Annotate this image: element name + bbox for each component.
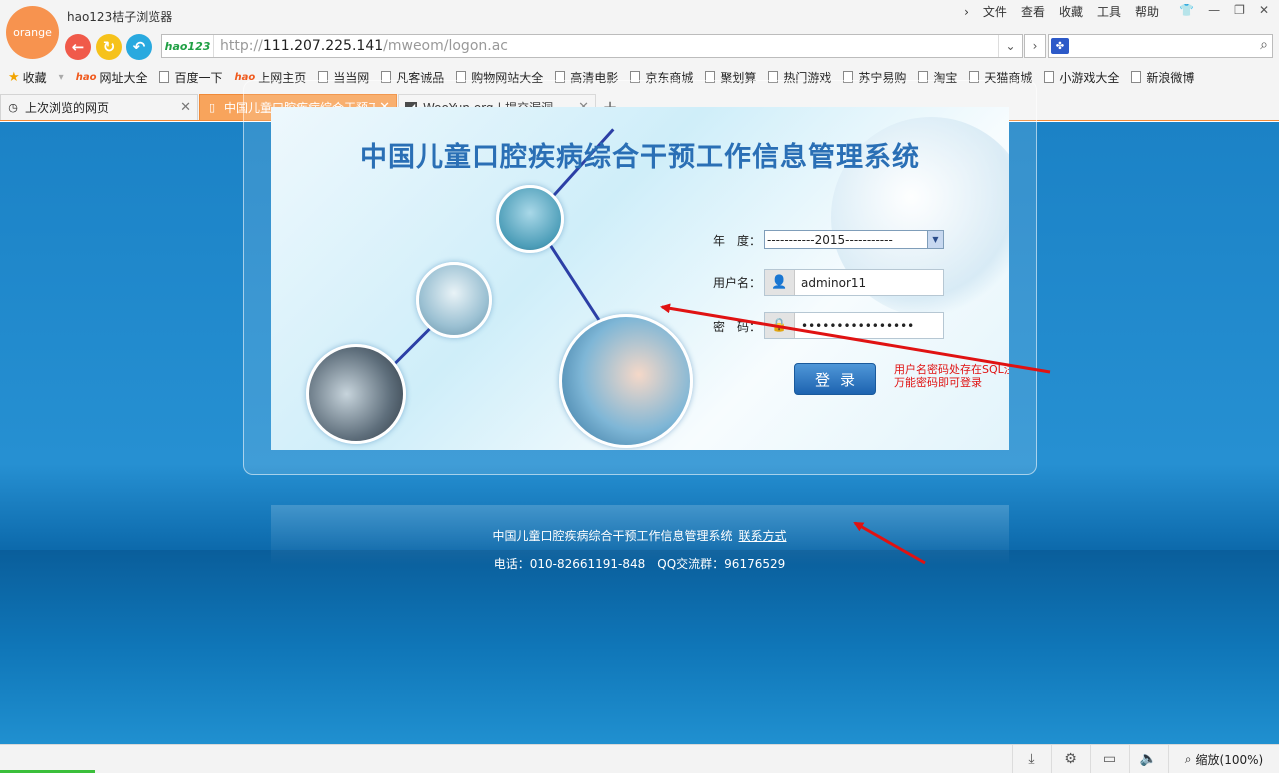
back-button[interactable]: ← bbox=[65, 34, 91, 60]
login-button[interactable]: 登录 bbox=[794, 363, 876, 395]
page-footer: 中国儿童口腔疾病综合干预工作信息管理系统 联系方式 电话：010-82661191… bbox=[0, 522, 1279, 578]
dental-exam-photo bbox=[416, 262, 492, 338]
username-label: 用户名： bbox=[713, 276, 762, 290]
page-icon: ▯ bbox=[208, 101, 216, 114]
contact-link[interactable]: 联系方式 bbox=[739, 529, 787, 543]
zoom-control[interactable]: ⌕ 缩放(100%) bbox=[1168, 745, 1279, 773]
year-value: -----------2015----------- bbox=[767, 232, 893, 247]
download-icon[interactable]: ⤓ bbox=[1012, 745, 1050, 773]
bookmark-item[interactable]: hao 网址大全 bbox=[76, 69, 148, 86]
star-icon: ★ bbox=[8, 69, 20, 85]
refresh-icon: ↻ bbox=[102, 38, 116, 56]
page-icon bbox=[1044, 71, 1055, 83]
footer-system-name: 中国儿童口腔疾病综合干预工作信息管理系统 bbox=[492, 529, 733, 543]
bookmark-item[interactable]: 小游戏大全 bbox=[1044, 69, 1119, 86]
window-controls: 👕 — ❐ ✕ bbox=[1179, 3, 1269, 17]
address-dropdown-button[interactable]: ⌄ bbox=[998, 35, 1022, 57]
bookmark-item[interactable]: 新浪微博 bbox=[1131, 69, 1194, 86]
hao123-badge[interactable]: hao123 bbox=[162, 35, 214, 57]
background-band bbox=[0, 550, 1279, 744]
volume-icon[interactable]: 🔈 bbox=[1129, 745, 1167, 773]
search-input[interactable]: ✤ ⌕ bbox=[1048, 34, 1273, 58]
lock-icon: 🔒 bbox=[765, 313, 795, 338]
undo-icon: ↶ bbox=[132, 38, 146, 56]
password-label: 密 码： bbox=[713, 320, 762, 334]
chevron-down-icon[interactable]: ▼ bbox=[927, 231, 943, 248]
window-title: hao123桔子浏览器 bbox=[67, 10, 173, 24]
login-panel: 中国儿童口腔疾病综合干预工作信息管理系统 年 度： -----------201… bbox=[271, 107, 1009, 450]
year-label: 年 度： bbox=[713, 234, 762, 248]
chevron-right-icon: › bbox=[1032, 39, 1038, 53]
menu-help[interactable]: 帮助 bbox=[1135, 3, 1159, 20]
browser-logo[interactable]: orange bbox=[6, 6, 59, 59]
refresh-button[interactable]: ↻ bbox=[96, 34, 122, 60]
forward-button[interactable]: › bbox=[1024, 34, 1046, 58]
vulnerability-annotation: 用户名密码处存在SQL注入，使用万能密码即可登录 bbox=[894, 363, 1009, 389]
minimize-button[interactable]: — bbox=[1208, 3, 1220, 17]
undo-close-button[interactable]: ↶ bbox=[126, 34, 152, 60]
settings-icon[interactable]: ⚙ bbox=[1051, 745, 1089, 773]
screen-icon[interactable]: ▭ bbox=[1090, 745, 1128, 773]
bookmark-favorites[interactable]: ★ 收藏 bbox=[8, 69, 47, 86]
hao-icon: hao bbox=[75, 71, 97, 83]
url-path: /mweom/logon.ac bbox=[383, 38, 508, 54]
footer-contact-info: 电话：010-82661191-848 QQ交流群：96176529 bbox=[493, 557, 786, 571]
search-icon[interactable]: ⌕ bbox=[1260, 37, 1268, 53]
bookmark-item[interactable]: 百度一下 bbox=[159, 69, 222, 86]
user-icon: 👤 bbox=[765, 270, 795, 295]
menu-view[interactable]: 查看 bbox=[1021, 3, 1045, 20]
password-value: •••••••••••••••• bbox=[801, 318, 915, 333]
page-icon bbox=[159, 71, 170, 83]
tab-last-visited[interactable]: ◷ 上次浏览的网页 ✕ bbox=[0, 94, 198, 120]
password-field[interactable]: 🔒 •••••••••••••••• bbox=[764, 312, 944, 339]
url-host: 111.207.225.141 bbox=[262, 38, 384, 54]
url-scheme: http:// bbox=[220, 38, 263, 54]
menu-favorites[interactable]: 收藏 bbox=[1059, 3, 1083, 20]
child-dentist-photo bbox=[559, 314, 693, 448]
computer-typing-photo bbox=[306, 344, 406, 444]
status-bar: ⤓ ⚙ ▭ 🔈 ⌕ 缩放(100%) bbox=[0, 744, 1279, 773]
skin-icon[interactable]: 👕 bbox=[1179, 3, 1194, 17]
page-icon bbox=[1131, 71, 1142, 83]
menu-bar: › 文件 查看 收藏 工具 帮助 bbox=[964, 3, 1159, 20]
dropdown-icon[interactable]: ▾ bbox=[59, 72, 64, 83]
chevron-right-icon[interactable]: › bbox=[964, 5, 969, 19]
clock-icon: ◷ bbox=[8, 101, 18, 114]
username-value: adminor11 bbox=[801, 275, 867, 290]
arrow-left-icon: ← bbox=[71, 38, 85, 56]
close-button[interactable]: ✕ bbox=[1259, 3, 1269, 17]
page-title: 中国儿童口腔疾病综合干预工作信息管理系统 bbox=[360, 142, 920, 173]
maximize-button[interactable]: ❐ bbox=[1234, 3, 1245, 17]
menu-file[interactable]: 文件 bbox=[983, 3, 1007, 20]
baidu-paw-icon[interactable]: ✤ bbox=[1051, 38, 1069, 54]
clinic-photo bbox=[496, 185, 564, 253]
username-field[interactable]: 👤 adminor11 bbox=[764, 269, 944, 296]
search-icon: ⌕ bbox=[1184, 751, 1192, 766]
address-input[interactable]: http://111.207.225.141/mweom/logon.ac bbox=[214, 38, 508, 54]
close-icon[interactable]: ✕ bbox=[180, 100, 191, 115]
address-bar[interactable]: hao123 http://111.207.225.141/mweom/logo… bbox=[161, 34, 1023, 58]
year-select[interactable]: -----------2015----------- ▼ bbox=[764, 230, 944, 249]
menu-tools[interactable]: 工具 bbox=[1097, 3, 1121, 20]
chevron-down-icon: ⌄ bbox=[1005, 39, 1016, 53]
zoom-level: 缩放(100%) bbox=[1195, 752, 1264, 767]
